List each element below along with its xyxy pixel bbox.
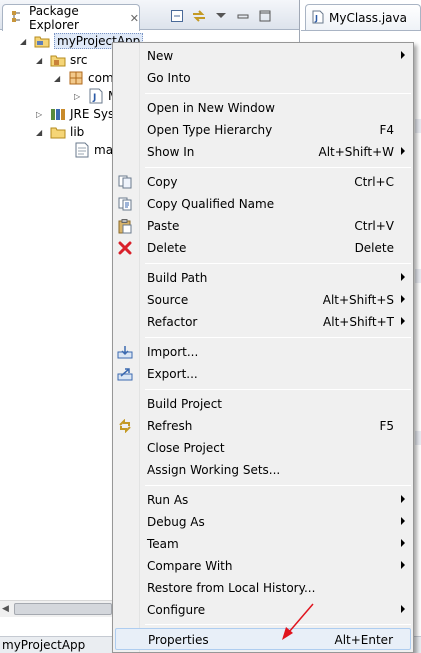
file-icon [74,142,90,158]
menu-item-assign-working-sets[interactable]: Assign Working Sets... [115,459,411,481]
collapsed-arrow-icon[interactable]: ▷ [36,110,46,119]
view-menu-icon[interactable] [214,9,228,23]
paste-icon [117,218,133,234]
menu-item-team[interactable]: Team [115,533,411,555]
copy-qualified-name-icon [117,196,133,212]
java-file-icon: J [312,10,324,27]
menu-item-import[interactable]: Import... [115,341,411,363]
expanded-arrow-icon[interactable]: ◢ [36,128,46,137]
tree-item-src[interactable]: ◢ src [36,51,88,69]
collapse-all-icon[interactable] [170,9,184,23]
menu-separator [145,167,411,168]
link-with-editor-icon[interactable] [192,9,206,23]
folder-icon [50,124,66,140]
menu-item-paste[interactable]: Paste Ctrl+V [115,215,411,237]
view-tab-bar: Package Explorer ✕ [0,0,299,32]
submenu-arrow-icon [401,605,405,613]
scroll-left-icon[interactable]: ◀ [2,604,13,614]
delete-icon [117,240,133,256]
submenu-arrow-icon [401,539,405,547]
export-icon [117,366,133,382]
submenu-arrow-icon [401,147,405,155]
menu-item-source[interactable]: Source Alt+Shift+S [115,289,411,311]
menu-item-run-as[interactable]: Run As [115,489,411,511]
svg-text:J: J [314,14,318,23]
menu-item-close-project[interactable]: Close Project [115,437,411,459]
menu-item-go-into[interactable]: Go Into [115,67,411,89]
menu-separator [145,624,411,625]
menu-item-build-project[interactable]: Build Project [115,393,411,415]
import-icon [117,344,133,360]
close-icon[interactable]: ✕ [130,12,139,25]
menu-separator [145,337,411,338]
menu-item-refresh[interactable]: Refresh F5 [115,415,411,437]
tree-item-label: src [70,53,88,67]
tab-package-explorer-label: Package Explorer [29,4,79,32]
menu-item-refactor[interactable]: Refactor Alt+Shift+T [115,311,411,333]
source-folder-icon [50,52,66,68]
menu-item-configure[interactable]: Configure [115,599,411,621]
menu-item-open-type-hierarchy[interactable]: Open Type Hierarchy F4 [115,119,411,141]
tree-item-label: lib [70,125,85,139]
menu-item-copy-qualified-name[interactable]: Copy Qualified Name [115,193,411,215]
menu-separator [145,93,411,94]
svg-text:J: J [92,93,96,103]
submenu-arrow-icon [401,317,405,325]
menu-item-properties[interactable]: Properties Alt+Enter [115,628,411,650]
expanded-arrow-icon[interactable]: ◢ [36,56,46,65]
menu-item-export[interactable]: Export... [115,363,411,385]
menu-separator [145,485,411,486]
context-menu: New Go Into Open in New Window Open Type… [112,42,414,653]
submenu-arrow-icon [401,295,405,303]
menu-separator [145,263,411,264]
maximize-icon[interactable] [258,9,272,23]
java-file-icon: J [88,88,104,104]
expanded-arrow-icon[interactable]: ◢ [54,74,64,83]
menu-item-new[interactable]: New [115,45,411,67]
status-text: myProjectApp [2,638,86,652]
package-icon [68,70,84,86]
submenu-arrow-icon [401,561,405,569]
menu-separator [145,389,411,390]
editor-tab-label: MyClass.java [329,11,407,25]
tab-myclass-java[interactable]: J MyClass.java [305,4,421,31]
minimize-icon[interactable] [236,9,250,23]
menu-item-build-path[interactable]: Build Path [115,267,411,289]
menu-item-open-in-new-window[interactable]: Open in New Window [115,97,411,119]
menu-item-compare-with[interactable]: Compare With [115,555,411,577]
menu-item-show-in[interactable]: Show In Alt+Shift+W [115,141,411,163]
submenu-arrow-icon [401,495,405,503]
copy-icon [117,174,133,190]
tree-item-package[interactable]: ◢ com [54,69,114,87]
tab-package-explorer[interactable]: Package Explorer ✕ [2,4,140,32]
library-icon [50,106,66,122]
tree-item-label: com [88,71,114,85]
submenu-arrow-icon [401,51,405,59]
submenu-arrow-icon [401,273,405,281]
expanded-arrow-icon[interactable]: ◢ [20,37,30,46]
menu-item-copy[interactable]: Copy Ctrl+C [115,171,411,193]
menu-item-debug-as[interactable]: Debug As [115,511,411,533]
refresh-icon [117,418,133,434]
scrollbar-thumb[interactable] [14,603,112,615]
package-explorer-icon [11,10,23,27]
collapsed-arrow-icon[interactable]: ▷ [74,92,84,101]
menu-item-restore-from-local-history[interactable]: Restore from Local History... [115,577,411,599]
project-folder-icon [34,33,50,49]
tree-item-jre-library[interactable]: ▷ JRE Syst [36,105,119,123]
submenu-arrow-icon [401,517,405,525]
tree-item-lib[interactable]: ◢ lib [36,123,84,141]
menu-item-delete[interactable]: Delete Delete [115,237,411,259]
